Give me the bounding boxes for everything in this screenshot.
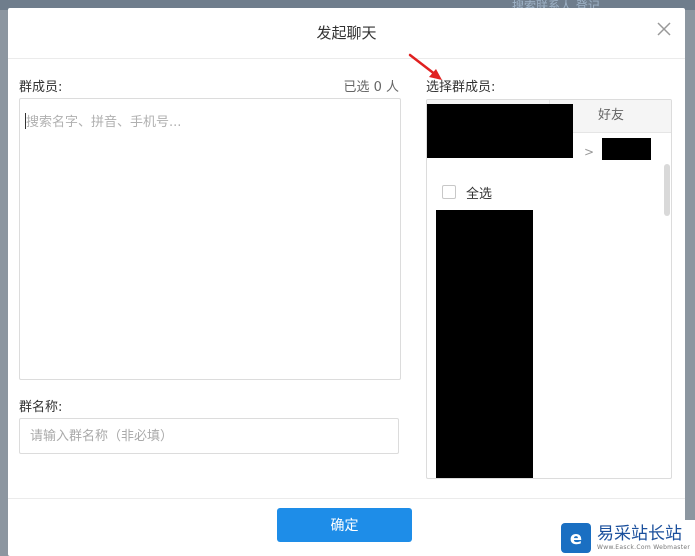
- watermark-subtext: Www.Easck.Com Webmaster: [597, 544, 691, 551]
- select-all-option[interactable]: 全选: [442, 183, 493, 202]
- breadcrumb-separator: >: [584, 145, 595, 159]
- red-arrow-annotation: [408, 53, 442, 80]
- members-box[interactable]: [19, 98, 401, 380]
- footer-divider: [8, 498, 685, 499]
- close-icon[interactable]: [655, 20, 673, 38]
- group-name-label: 群名称:: [19, 400, 63, 415]
- watermark-text: 易采站长站: [597, 524, 682, 544]
- redacted-breadcrumb: [602, 138, 651, 160]
- watermark-logo: e: [561, 523, 591, 553]
- members-label: 群成员:: [19, 80, 63, 95]
- member-select-panel: 好友 > 全选: [426, 99, 672, 479]
- select-all-checkbox[interactable]: [442, 185, 456, 199]
- selected-count: 已选 0 人: [343, 80, 399, 95]
- scrollbar[interactable]: [664, 164, 670, 216]
- select-all-label: 全选: [466, 186, 493, 202]
- redacted-tab-block: [427, 104, 573, 158]
- dialog-titlebar: 发起聊天: [8, 8, 685, 59]
- group-name-input[interactable]: [19, 418, 399, 454]
- member-search-input[interactable]: [24, 111, 388, 133]
- site-watermark: e 易采站长站 Www.Easck.Com Webmaster: [557, 520, 695, 556]
- dialog-title: 发起聊天: [316, 24, 377, 42]
- start-chat-dialog: 发起聊天 群成员: 已选 0 人 群名称: 选择群成员: 好友 > 全选 确定: [8, 8, 685, 556]
- redacted-member-list: [436, 210, 533, 478]
- confirm-button[interactable]: 确定: [277, 508, 412, 542]
